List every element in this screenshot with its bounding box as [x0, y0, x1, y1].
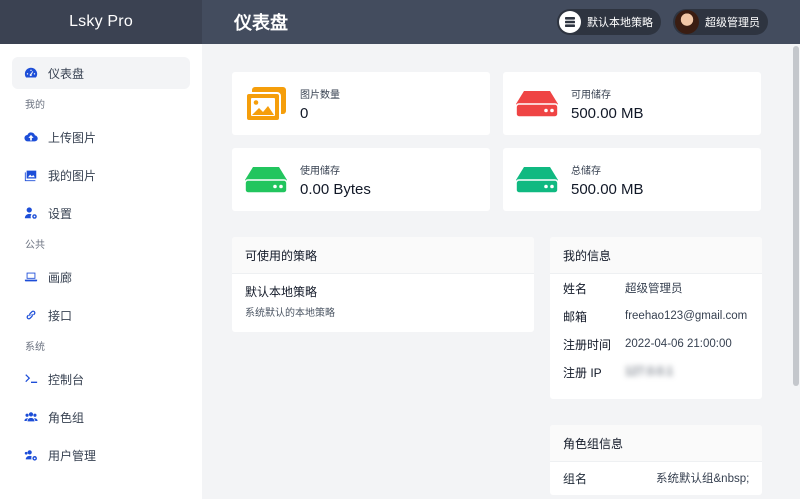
info-value: 系统默认组&nbsp; [656, 473, 750, 485]
gauge-icon [24, 67, 38, 78]
laptop-icon [24, 272, 38, 282]
section-title-mine: 我的 [25, 100, 45, 111]
policy-name: 默认本地策略 [245, 285, 318, 299]
strategy-chip[interactable]: 默认本地策略 [557, 9, 661, 35]
scrollbar-thumb[interactable] [793, 46, 799, 386]
section-title-public: 公共 [25, 240, 45, 251]
sidebar-item-label: 设置 [48, 206, 73, 221]
policy-desc: 系统默认的本地策略 [245, 308, 335, 319]
sidebar-item-label: 画廊 [48, 270, 73, 285]
sidebar-item-upload[interactable]: 上传图片 [12, 121, 190, 153]
sidebar-item-my-images[interactable]: 我的图片 [12, 159, 190, 191]
sidebar-item-label: 角色组 [48, 410, 85, 425]
info-key: 姓名 [563, 281, 588, 296]
user-cog-icon [24, 207, 37, 219]
info-key: 邮箱 [563, 309, 588, 324]
users-cog-icon [24, 450, 37, 461]
sidebar-item-users[interactable]: 用户管理 [12, 439, 190, 471]
stat-label: 图片数量 [300, 89, 340, 101]
info-row: 注册 IP 127.0.0.1 [550, 358, 762, 386]
terminal-icon [25, 374, 38, 383]
info-value: 2022-04-06 21:00:00 [625, 338, 732, 350]
stat-card-used-storage: 使用储存 0.00 Bytes [232, 148, 490, 211]
card-title: 我的信息 [550, 237, 762, 274]
sidebar-item-console[interactable]: 控制台 [12, 363, 190, 395]
my-info-card: 我的信息 姓名 超级管理员 邮箱 freehao123@gmail.com 注册… [550, 237, 762, 399]
page-title: 仪表盘 [234, 13, 288, 33]
info-row: 邮箱 freehao123@gmail.com [550, 302, 762, 330]
card-title: 角色组信息 [550, 425, 762, 462]
sidebar-item-label: 控制台 [48, 372, 85, 387]
card-title: 可使用的策略 [232, 237, 534, 274]
sidebar-item-settings[interactable]: 设置 [12, 197, 190, 229]
stat-label: 使用储存 [300, 165, 340, 177]
stat-card-image-count: 图片数量 0 [232, 72, 490, 135]
hdd-icon [244, 160, 288, 200]
list-item[interactable]: 默认本地策略 系统默认的本地策略 [232, 274, 534, 328]
info-value: freehao123@gmail.com [625, 310, 748, 322]
hdd-icon [515, 84, 559, 124]
header: 仪表盘 默认本地策略 超级管理员 [202, 0, 800, 44]
strategy-chip-label: 默认本地策略 [587, 17, 653, 29]
avatar [675, 10, 699, 34]
info-row: 组名 系统默认组&nbsp; [550, 462, 762, 494]
info-row: 注册时间 2022-04-06 21:00:00 [550, 330, 762, 358]
info-key: 注册时间 [563, 337, 612, 352]
info-key: 组名 [563, 471, 588, 486]
panels: 可使用的策略 默认本地策略 系统默认的本地策略 我的信息 姓名 超级管理员 邮箱… [232, 237, 762, 495]
sidebar-item-label: 仪表盘 [48, 66, 85, 81]
brand-logo[interactable]: Lsky Pro [0, 0, 202, 44]
sidebar-item-api[interactable]: 接口 [12, 299, 190, 331]
section-title-system: 系统 [25, 342, 45, 353]
user-menu[interactable]: 超级管理员 [673, 9, 768, 35]
top-bar: Lsky Pro 仪表盘 默认本地策略 超级管理员 [0, 0, 800, 44]
stat-card-available-storage: 可用储存 500.00 MB [503, 72, 761, 135]
info-row: 姓名 超级管理员 [550, 274, 762, 302]
server-icon [559, 11, 581, 33]
main-content: 图片数量 0 可用储存 500.00 MB 使用储存 0.00 Bytes 总储… [202, 44, 792, 499]
stats-grid: 图片数量 0 可用储存 500.00 MB 使用储存 0.00 Bytes 总储… [232, 72, 762, 211]
images-icon [24, 170, 37, 182]
images-icon [244, 84, 288, 124]
stat-label: 总储存 [571, 165, 601, 177]
sidebar-item-roles[interactable]: 角色组 [12, 401, 190, 433]
stat-label: 可用储存 [571, 89, 611, 101]
info-value-ip: 127.0.0.1 [625, 366, 673, 378]
sidebar-item-gallery[interactable]: 画廊 [12, 261, 190, 293]
info-key: 注册 IP [563, 365, 602, 380]
policies-card: 可使用的策略 默认本地策略 系统默认的本地策略 [232, 237, 534, 332]
stat-value: 500.00 MB [571, 180, 644, 198]
users-icon [24, 412, 38, 422]
hdd-icon [515, 160, 559, 200]
user-name: 超级管理员 [705, 17, 760, 29]
sidebar: 仪表盘 我的 上传图片 我的图片 设置 公共 画廊 接口 系统 控制台 角色组 … [0, 44, 202, 499]
link-icon [26, 310, 36, 320]
stat-value: 0 [300, 104, 309, 122]
sidebar-item-label: 用户管理 [48, 448, 97, 463]
role-info-card: 角色组信息 组名 系统默认组&nbsp; [550, 425, 762, 495]
stat-card-total-storage: 总储存 500.00 MB [503, 148, 761, 211]
sidebar-item-label: 上传图片 [48, 130, 97, 145]
sidebar-item-label: 接口 [48, 308, 73, 323]
right-column: 我的信息 姓名 超级管理员 邮箱 freehao123@gmail.com 注册… [550, 237, 762, 495]
stat-value: 500.00 MB [571, 104, 644, 122]
sidebar-item-label: 我的图片 [48, 168, 97, 183]
sidebar-item-dashboard[interactable]: 仪表盘 [12, 57, 190, 89]
info-value: 超级管理员 [625, 283, 683, 295]
stat-value: 0.00 Bytes [300, 180, 371, 198]
cloud-upload-icon [24, 132, 38, 142]
